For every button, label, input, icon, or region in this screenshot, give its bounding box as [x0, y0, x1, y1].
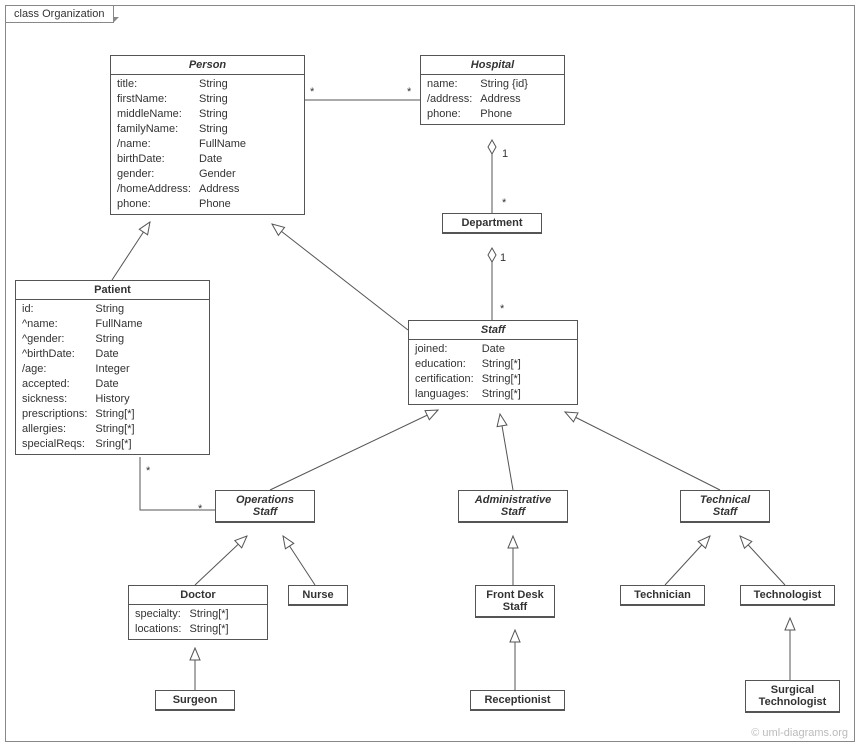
- class-surgtech: SurgicalTechnologist: [745, 680, 840, 713]
- mult-dept-staff-top: 1: [500, 252, 506, 264]
- class-patient: Patient id:^name:^gender:^birthDate:/age…: [15, 280, 210, 455]
- mult-patient-op-right: *: [198, 503, 202, 515]
- class-surgeon: Surgeon: [155, 690, 235, 711]
- class-person: Person title:firstName:middleName:family…: [110, 55, 305, 215]
- class-title-hospital: Hospital: [421, 56, 564, 75]
- class-adminstaff: AdministrativeStaff: [458, 490, 568, 523]
- class-doctor: Doctor specialty:locations: String[*]Str…: [128, 585, 268, 640]
- watermark: © uml-diagrams.org: [751, 727, 848, 739]
- mult-patient-op-left: *: [146, 465, 150, 477]
- class-nurse: Nurse: [288, 585, 348, 606]
- mult-hosp-dept-top: 1: [502, 148, 508, 160]
- class-hospital: Hospital name:/address:phone: String {id…: [420, 55, 565, 125]
- mult-person-hospital-right: *: [407, 86, 411, 98]
- class-receptionist: Receptionist: [470, 690, 565, 711]
- class-technologist: Technologist: [740, 585, 835, 606]
- class-opstaff: OperationsStaff: [215, 490, 315, 523]
- mult-dept-staff-bot: *: [500, 303, 504, 315]
- class-technician: Technician: [620, 585, 705, 606]
- class-title-person: Person: [111, 56, 304, 75]
- frame-label: class Organization: [6, 6, 114, 23]
- class-techstaff: TechnicalStaff: [680, 490, 770, 523]
- class-frontdesk: Front DeskStaff: [475, 585, 555, 618]
- mult-person-hospital-left: *: [310, 86, 314, 98]
- class-department: Department: [442, 213, 542, 234]
- class-staff: Staff joined:education:certification:lan…: [408, 320, 578, 405]
- mult-hosp-dept-bot: *: [502, 197, 506, 209]
